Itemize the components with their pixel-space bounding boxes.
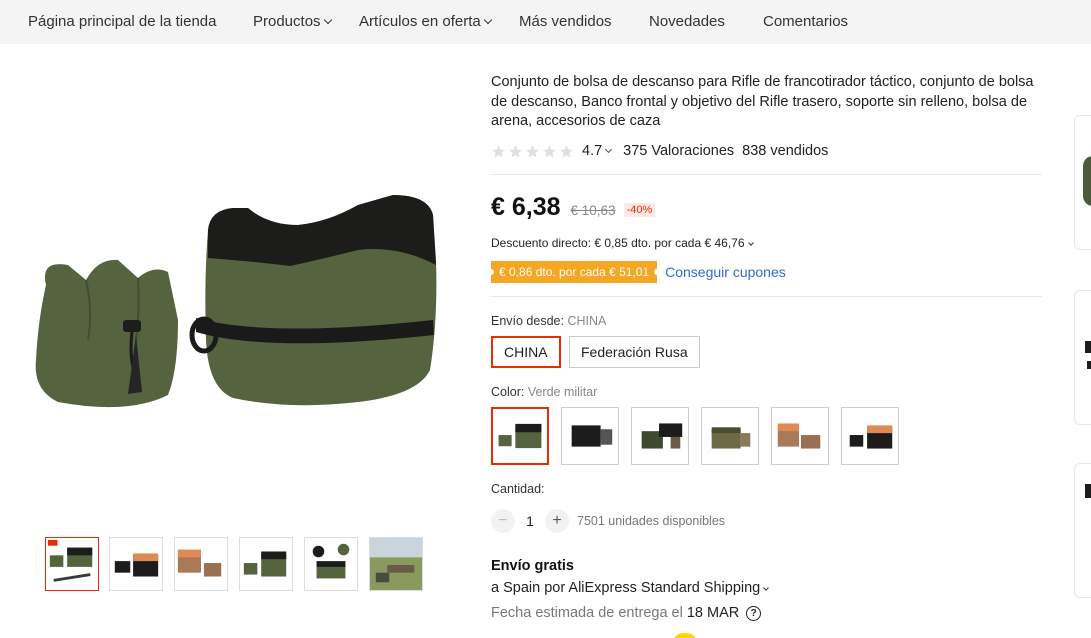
nav-offers-label: Artículos en oferta xyxy=(359,13,481,30)
quantity-stepper: − 1 + 7501 unidades disponibles xyxy=(491,509,725,533)
shipping-method[interactable]: a Spain por AliExpress Standard Shipping xyxy=(491,580,770,596)
recommended-image xyxy=(1083,156,1091,206)
current-price: € 6,38 xyxy=(491,193,561,221)
delivery-date: 18 MAR xyxy=(686,605,740,621)
rating-value[interactable]: 4.7 xyxy=(582,143,602,159)
shipping-method-text: a Spain por AliExpress Standard Shipping xyxy=(491,580,761,596)
thumbnail-5[interactable] xyxy=(304,537,358,591)
delivery-estimate: Fecha estimada de entrega el 18 MAR ? xyxy=(491,605,762,621)
color-option-khaki[interactable] xyxy=(701,407,759,465)
quantity-increase-button[interactable]: + xyxy=(545,509,569,533)
color-swatch-image xyxy=(711,427,751,449)
star-icon xyxy=(526,144,539,157)
color-option-black-orange[interactable] xyxy=(841,407,899,465)
rating-stars xyxy=(491,144,574,159)
color-swatch-image xyxy=(571,425,613,447)
direct-discount-text: Descuento directo: € 0,85 dto. por cada … xyxy=(491,236,745,250)
ship-from-selected: CHINA xyxy=(567,314,607,328)
thumbnail-image xyxy=(243,551,287,577)
coupon-row: € 0,86 dto. por cada € 51,01 Conseguir c… xyxy=(491,261,786,283)
thumbnail-image xyxy=(370,538,422,590)
price-row: € 6,38 € 10,63 -40% xyxy=(491,193,656,222)
divider xyxy=(491,296,1042,297)
thumbnail-image xyxy=(312,543,350,579)
floating-widget[interactable] xyxy=(672,633,698,638)
color-option-black[interactable] xyxy=(561,407,619,465)
get-coupons-link[interactable]: Conseguir cupones xyxy=(665,264,786,280)
thumbnail-image xyxy=(114,553,159,577)
color-option-black-green[interactable] xyxy=(631,407,689,465)
ship-from-label: Envío desde: CHINA xyxy=(491,314,606,328)
thumbnail-image xyxy=(47,539,93,582)
main-product-image[interactable] xyxy=(28,170,448,440)
color-title: Color: xyxy=(491,385,525,399)
thumbnail-4[interactable] xyxy=(239,537,293,591)
thumbnail-image xyxy=(177,549,222,577)
star-icon xyxy=(543,144,556,157)
nav-offers[interactable]: Artículos en oferta xyxy=(359,13,492,30)
nav-bestsellers-label: Más vendidos xyxy=(519,13,612,30)
free-shipping-title: Envío gratis xyxy=(491,558,574,574)
ship-from-title: Envío desde: xyxy=(491,314,564,328)
color-swatch-image xyxy=(641,423,683,449)
color-option-orange-camo[interactable] xyxy=(771,407,829,465)
star-icon xyxy=(492,144,505,157)
quantity-value[interactable]: 1 xyxy=(515,513,545,529)
nav-bestsellers[interactable]: Más vendidos xyxy=(519,13,612,30)
nav-reviews-label: Comentarios xyxy=(763,13,849,30)
color-selected: Verde militar xyxy=(527,385,598,399)
discount-badge: -40% xyxy=(623,203,656,217)
ship-from-option-china[interactable]: CHINA xyxy=(491,336,561,368)
divider xyxy=(491,174,1042,175)
recommended-card-1[interactable] xyxy=(1074,115,1091,250)
nav-new[interactable]: Novedades xyxy=(649,13,725,30)
nav-home[interactable]: Página principal de la tienda xyxy=(28,13,216,30)
chevron-down-icon xyxy=(483,15,492,25)
chevron-down-icon xyxy=(323,15,332,25)
nav-new-label: Novedades xyxy=(649,13,725,30)
chevron-down-icon xyxy=(747,240,754,246)
color-label: Color: Verde militar xyxy=(491,385,597,399)
chevron-down-icon xyxy=(763,585,770,591)
original-price: € 10,63 xyxy=(570,203,616,218)
chevron-down-icon[interactable] xyxy=(605,145,613,153)
recommended-image xyxy=(1085,484,1091,498)
direct-discount[interactable]: Descuento directo: € 0,85 dto. por cada … xyxy=(491,236,754,250)
store-nav-bar: Página principal de la tienda Productos … xyxy=(0,0,1091,44)
star-icon xyxy=(509,144,522,157)
ship-from-option-russia[interactable]: Federación Rusa xyxy=(569,336,700,368)
shooting-bags-illustration xyxy=(35,195,437,408)
nav-products-label: Productos xyxy=(253,13,321,30)
color-option-military-green[interactable] xyxy=(491,407,549,465)
reviews-count[interactable]: 375 Valoraciones xyxy=(623,143,734,159)
thumbnail-3[interactable] xyxy=(174,537,228,591)
recommended-card-2[interactable] xyxy=(1074,290,1091,425)
product-title: Conjunto de bolsa de descanso para Rifle… xyxy=(491,74,1034,129)
coupon-badge: € 0,86 dto. por cada € 51,01 xyxy=(491,261,658,283)
color-swatch-image xyxy=(849,425,893,449)
star-icon xyxy=(560,144,573,157)
delivery-estimate-label: Fecha estimada de entrega el xyxy=(491,605,683,621)
available-units: 7501 unidades disponibles xyxy=(577,514,726,528)
recommended-card-3[interactable] xyxy=(1074,463,1091,598)
nav-home-label: Página principal de la tienda xyxy=(28,13,217,30)
sold-count: 838 vendidos xyxy=(742,143,829,159)
quantity-decrease-button[interactable]: − xyxy=(491,509,515,533)
nav-products[interactable]: Productos xyxy=(253,13,332,30)
color-swatch-image xyxy=(498,423,542,449)
thumbnail-1[interactable] xyxy=(45,537,99,591)
recommended-image xyxy=(1085,341,1091,369)
help-icon[interactable]: ? xyxy=(746,605,762,621)
rating-row: 4.7 375 Valoraciones 838 vendidos xyxy=(491,142,828,160)
nav-reviews[interactable]: Comentarios xyxy=(763,13,848,30)
thumbnail-2[interactable] xyxy=(109,537,163,591)
quantity-label: Cantidad: xyxy=(491,482,545,496)
color-swatch-image xyxy=(777,423,821,449)
thumbnail-6[interactable] xyxy=(369,537,423,591)
